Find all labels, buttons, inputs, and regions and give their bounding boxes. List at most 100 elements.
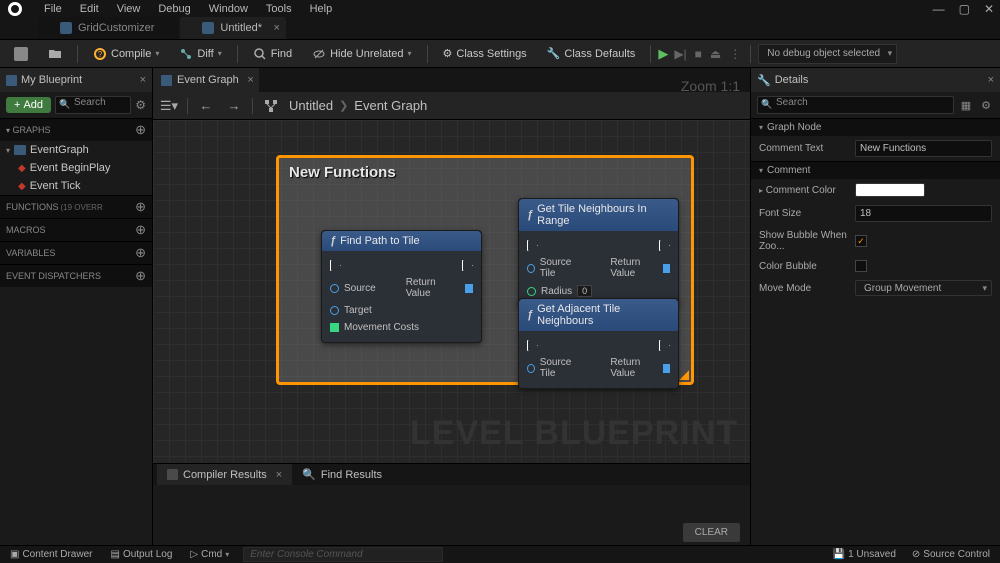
step-button[interactable]: ▶| — [672, 47, 688, 61]
menu-view[interactable]: View — [117, 3, 141, 15]
tab-find-results[interactable]: 🔍 Find Results — [292, 464, 392, 486]
tab-label: GridCustomizer — [78, 22, 154, 34]
save-button[interactable] — [6, 43, 36, 65]
show-bubble-checkbox[interactable]: ✓ — [855, 235, 867, 247]
breadcrumb-item[interactable]: Untitled — [289, 98, 333, 113]
grid-icon[interactable]: ▦ — [958, 97, 974, 113]
section-functions[interactable]: FUNCTIONS(19 OVERR⊕ — [0, 195, 152, 218]
close-icon[interactable]: × — [140, 74, 146, 86]
details-search-input[interactable]: Search — [757, 96, 954, 114]
drawer-icon: ▣ — [10, 549, 19, 560]
source-control-button[interactable]: ⊘Source Control — [908, 549, 994, 560]
close-icon[interactable]: × — [276, 469, 282, 481]
comment-text-input[interactable] — [855, 140, 992, 157]
my-blueprint-tab[interactable]: My Blueprint × — [0, 68, 152, 92]
font-size-input[interactable] — [855, 205, 992, 222]
add-button[interactable]: +Add — [6, 97, 51, 113]
gear-icon[interactable]: ⚙ — [135, 98, 146, 112]
add-icon[interactable]: ⊕ — [135, 122, 146, 138]
play-button[interactable]: ▶ — [658, 46, 668, 62]
close-icon[interactable]: × — [274, 22, 280, 34]
tab-untitled[interactable]: Untitled* × — [180, 17, 286, 39]
eject-button[interactable]: ⏏ — [708, 47, 723, 61]
menu-window[interactable]: Window — [209, 3, 248, 15]
tree-eventgraph[interactable]: ▾EventGraph — [0, 141, 152, 159]
menu-help[interactable]: Help — [310, 3, 333, 15]
exec-in-pin[interactable] — [330, 260, 341, 271]
class-defaults-button[interactable]: 🔧 Class Defaults — [539, 43, 644, 65]
browse-button[interactable] — [40, 43, 70, 65]
input-pin[interactable] — [527, 364, 535, 373]
add-icon[interactable]: ⊕ — [135, 245, 146, 261]
nav-back-button[interactable]: ← — [196, 96, 216, 116]
graph-view-button[interactable] — [261, 96, 281, 116]
close-button[interactable]: ✕ — [984, 2, 994, 16]
add-icon[interactable]: ⊕ — [135, 268, 146, 284]
tab-gridcustomizer[interactable]: GridCustomizer — [38, 17, 178, 39]
debug-object-dropdown[interactable]: No debug object selected — [758, 44, 897, 64]
graph-list-button[interactable]: ☰▾ — [159, 96, 179, 116]
input-pin[interactable] — [330, 306, 339, 315]
diff-button[interactable]: Diff▾ — [171, 43, 229, 65]
clear-button[interactable]: CLEAR — [683, 523, 740, 542]
section-graphs[interactable]: ▾ GRAPHS⊕ — [0, 118, 152, 141]
output-pin[interactable] — [663, 364, 670, 373]
input-pin[interactable] — [527, 264, 535, 273]
minimize-button[interactable]: — — [933, 2, 945, 16]
output-pin[interactable] — [663, 264, 670, 273]
comment-color-swatch[interactable] — [855, 183, 925, 197]
details-tab[interactable]: 🔧 Details × — [751, 68, 1000, 92]
unsaved-indicator[interactable]: 💾1 Unsaved — [829, 549, 900, 560]
nav-forward-button[interactable]: → — [224, 96, 244, 116]
stop-button[interactable]: ■ — [693, 47, 704, 61]
color-bubble-checkbox[interactable] — [855, 260, 867, 272]
tab-compiler-results[interactable]: Compiler Results × — [157, 464, 292, 486]
move-mode-dropdown[interactable]: Group Movement — [855, 280, 992, 296]
console-input[interactable]: Enter Console Command — [243, 547, 443, 562]
menu-debug[interactable]: Debug — [158, 3, 190, 15]
node-find-path-to-tile[interactable]: ƒFind Path to Tile Source Return Value T… — [321, 230, 482, 343]
node-get-adjacent-tile-neighbours[interactable]: ƒGet Adjacent Tile Neighbours Source Til… — [518, 298, 679, 389]
radius-value-input[interactable]: 0 — [577, 285, 592, 297]
close-icon[interactable]: × — [988, 74, 994, 86]
class-settings-button[interactable]: ⚙ Class Settings — [435, 43, 535, 65]
add-icon[interactable]: ⊕ — [135, 199, 146, 215]
output-pin[interactable] — [465, 284, 473, 293]
exec-in-pin[interactable] — [527, 340, 538, 351]
graph-canvas[interactable]: LEVEL BLUEPRINT New Functions ƒFind Path… — [153, 120, 750, 463]
exec-out-pin[interactable] — [462, 260, 473, 271]
breadcrumb-item[interactable]: Event Graph — [354, 98, 427, 113]
menu-tools[interactable]: Tools — [266, 3, 292, 15]
tree-event-beginplay[interactable]: ◆Event BeginPlay — [0, 159, 152, 177]
exec-out-pin[interactable] — [659, 340, 670, 351]
find-button[interactable]: Find — [245, 43, 300, 65]
add-icon[interactable]: ⊕ — [135, 222, 146, 238]
section-dispatchers[interactable]: EVENT DISPATCHERS⊕ — [0, 264, 152, 287]
section-variables[interactable]: VARIABLES⊕ — [0, 241, 152, 264]
output-log-button[interactable]: ▤Output Log — [106, 549, 176, 560]
comment-title[interactable]: New Functions — [279, 158, 691, 187]
tree-event-tick[interactable]: ◆Event Tick — [0, 177, 152, 195]
hide-unrelated-button[interactable]: Hide Unrelated▾ — [304, 43, 419, 65]
input-pin[interactable] — [330, 323, 339, 332]
compile-button[interactable]: ? Compile▾ — [85, 43, 167, 65]
close-icon[interactable]: × — [247, 74, 253, 86]
exec-in-pin[interactable] — [527, 240, 538, 251]
maximize-button[interactable]: ▢ — [959, 2, 970, 16]
section-comment[interactable]: ▾Comment — [751, 161, 1000, 179]
exec-out-pin[interactable] — [659, 240, 670, 251]
content-drawer-button[interactable]: ▣Content Drawer — [6, 549, 96, 560]
menu-file[interactable]: File — [44, 3, 62, 15]
menu-edit[interactable]: Edit — [80, 3, 99, 15]
input-pin[interactable] — [527, 287, 536, 296]
section-graph-node[interactable]: ▾Graph Node — [751, 118, 1000, 136]
play-menu-button[interactable]: ⋮ — [727, 47, 743, 61]
section-macros[interactable]: MACROS⊕ — [0, 218, 152, 241]
gear-icon[interactable]: ⚙ — [978, 97, 994, 113]
resize-handle[interactable] — [679, 370, 689, 380]
blueprint-search-input[interactable]: Search — [55, 96, 131, 114]
tab-event-graph[interactable]: Event Graph × — [153, 68, 259, 92]
input-pin[interactable] — [330, 284, 339, 293]
node-get-tile-neighbours-in-range[interactable]: ƒGet Tile Neighbours In Range Source Til… — [518, 198, 679, 307]
cmd-dropdown[interactable]: ▷Cmd▾ — [186, 549, 233, 560]
